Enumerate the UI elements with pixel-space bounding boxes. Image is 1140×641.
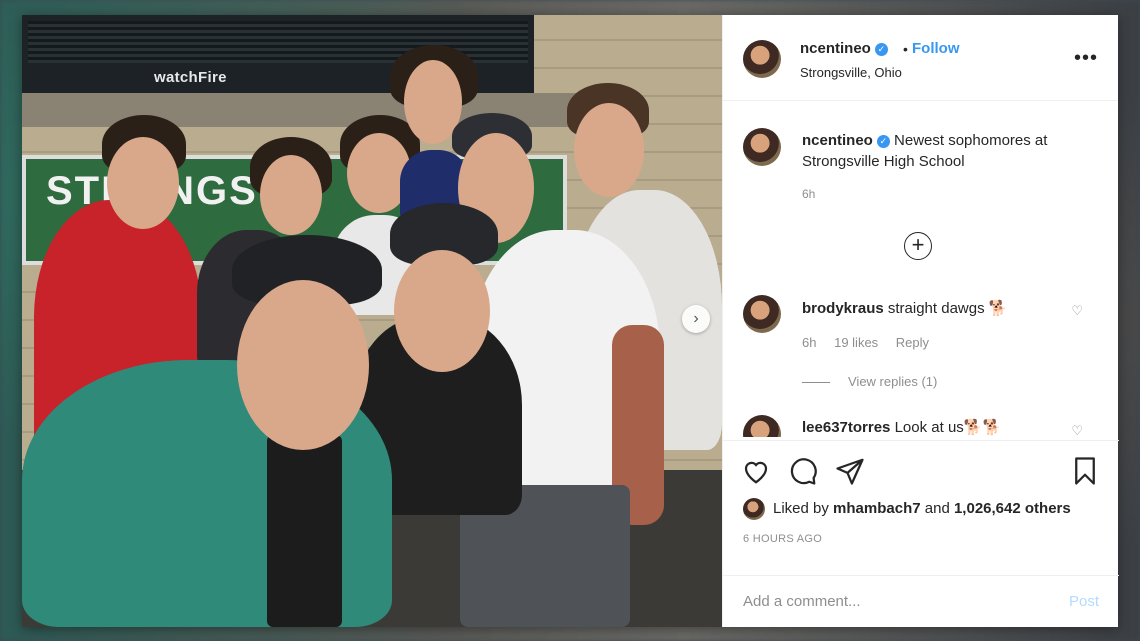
separator-dot: • xyxy=(903,41,908,57)
add-comment-input[interactable]: Add a comment... xyxy=(743,593,861,610)
caption-text: ncentineo ✓ Newest sophomores at Strongsv… xyxy=(802,130,1092,172)
person-face xyxy=(260,155,322,235)
author-username-text[interactable]: ncentineo xyxy=(800,40,871,57)
author-avatar[interactable] xyxy=(743,40,781,78)
caption-username[interactable]: ncentineo xyxy=(802,132,873,149)
heart-icon[interactable] xyxy=(741,456,771,486)
comment-icon[interactable] xyxy=(788,456,818,486)
comment-body: straight dawgs 🐕 xyxy=(887,300,1008,317)
caption-time: 6h xyxy=(802,187,816,201)
comment-time: 6h xyxy=(802,335,817,350)
liker-avatar[interactable] xyxy=(743,498,765,520)
person-black-inner-tee xyxy=(267,435,342,627)
comment-text: brodykraus straight dawgs 🐕 xyxy=(802,299,1007,317)
next-photo-button[interactable]: › xyxy=(682,305,710,333)
verified-icon: ✓ xyxy=(876,135,890,148)
person-face xyxy=(394,250,490,372)
bookmark-icon[interactable] xyxy=(1070,456,1100,486)
more-icon[interactable]: ••• xyxy=(1074,47,1098,70)
caption-avatar[interactable] xyxy=(743,128,781,166)
post-side-panel: ncentineo ✓ • Follow Strongsville, Ohio •… xyxy=(722,15,1119,627)
view-replies-line xyxy=(802,382,830,384)
verified-icon: ✓ xyxy=(874,43,888,56)
comment-text: lee637torres Look at us🐕🐕 xyxy=(802,418,1001,436)
author-username[interactable]: ncentineo ✓ xyxy=(800,40,888,57)
comment-like-icon[interactable]: ♡ xyxy=(1071,303,1083,319)
instagram-post: watchFire STRONGSV › xyxy=(22,15,1119,627)
scoreboard-brand: watchFire xyxy=(154,69,227,86)
likes-middle: and xyxy=(924,499,950,517)
comment-likes[interactable]: 19 likes xyxy=(834,335,878,350)
comment-meta: 6h 19 likes Reply xyxy=(802,335,943,350)
post-actions: Liked by mhambach7 and 1,026,642 others … xyxy=(723,440,1119,575)
comment-username[interactable]: lee637torres xyxy=(802,419,890,436)
post-time-ago[interactable]: 6 HOURS AGO xyxy=(743,533,822,545)
commenter-avatar[interactable] xyxy=(743,415,781,437)
add-comment-bar: Add a comment... Post xyxy=(723,575,1119,627)
liker-username[interactable]: mhambach7 xyxy=(833,500,921,517)
post-header: ncentineo ✓ • Follow Strongsville, Ohio •… xyxy=(723,15,1118,101)
comment-item: lee637torres Look at us🐕🐕 ♡ xyxy=(723,415,1119,437)
plus-circle-icon[interactable]: + xyxy=(904,232,932,260)
comment-like-icon[interactable]: ♡ xyxy=(1071,423,1083,437)
post-photo[interactable]: watchFire STRONGSV › xyxy=(22,15,722,627)
likes-count[interactable]: 1,026,642 others xyxy=(954,500,1071,517)
view-replies-button[interactable]: View replies (1) xyxy=(802,374,937,389)
commenter-avatar[interactable] xyxy=(743,295,781,333)
comment-username[interactable]: brodykraus xyxy=(802,300,884,317)
follow-button[interactable]: Follow xyxy=(912,40,960,57)
likes-summary: Liked by mhambach7 and 1,026,642 others xyxy=(743,498,1071,520)
person-smiling-face xyxy=(237,280,369,450)
likes-prefix: Liked by xyxy=(773,499,829,517)
post-comment-button[interactable]: Post xyxy=(1069,593,1099,610)
person-face xyxy=(107,137,179,229)
view-replies-label[interactable]: View replies (1) xyxy=(848,374,937,389)
reply-button[interactable]: Reply xyxy=(896,335,929,350)
share-icon[interactable] xyxy=(835,456,865,486)
post-location[interactable]: Strongsville, Ohio xyxy=(800,65,902,80)
comment-body: Look at us🐕🐕 xyxy=(894,419,1002,436)
person-face xyxy=(574,103,644,197)
